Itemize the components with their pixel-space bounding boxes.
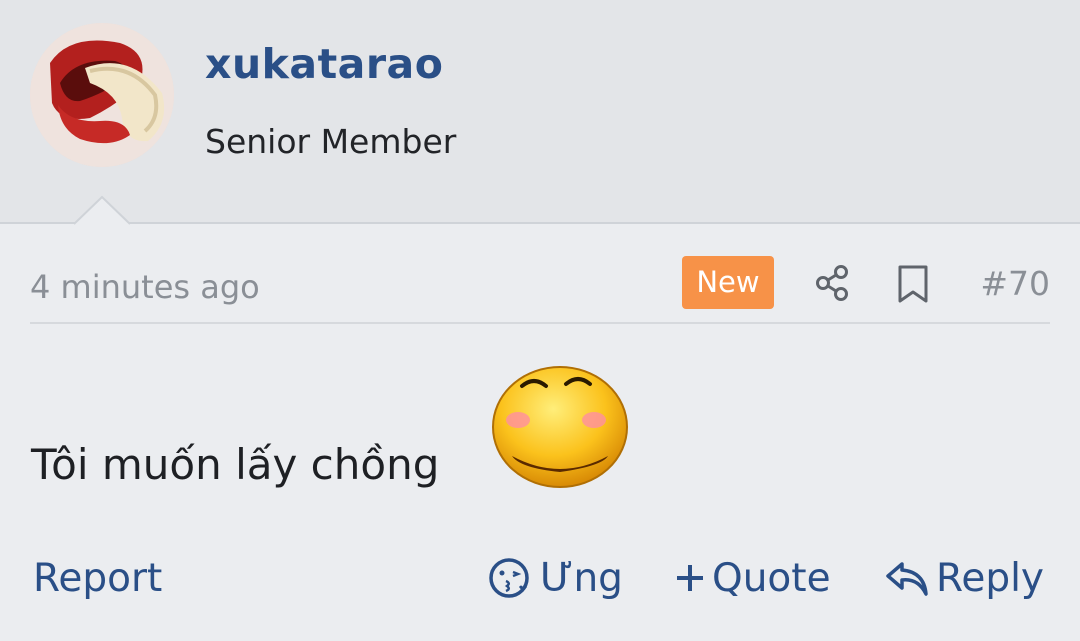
user-title: Senior Member	[205, 122, 457, 161]
bookmark-icon[interactable]	[896, 264, 930, 304]
post-timestamp[interactable]: 4 minutes ago	[30, 268, 260, 306]
avatar[interactable]	[30, 23, 174, 167]
user-header: xukatarao Senior Member	[0, 0, 1080, 224]
report-link[interactable]: Report	[33, 550, 162, 606]
username-link[interactable]: xukatarao	[205, 40, 443, 88]
share-icon[interactable]	[814, 264, 850, 302]
plus-icon	[677, 565, 703, 591]
quote-button[interactable]: Quote	[674, 550, 831, 606]
post-message: Tôi muốn lấy chồng	[31, 440, 440, 489]
report-label: Report	[33, 555, 163, 601]
post-meta-row: 4 minutes ago New #70	[30, 250, 1050, 324]
react-label: Ưng	[540, 555, 623, 601]
reply-label: Reply	[936, 555, 1045, 601]
avatar-image	[30, 23, 174, 167]
blushing-smiley-icon	[492, 366, 628, 488]
reply-arrow-icon	[886, 562, 928, 596]
quote-label: Quote	[712, 555, 831, 601]
kiss-face-icon	[489, 558, 529, 598]
post-number-link[interactable]: #70	[980, 264, 1050, 303]
reply-button[interactable]: Reply	[884, 550, 1044, 606]
new-badge: New	[682, 256, 774, 309]
post-actions: Report Ưng Quote Reply	[0, 550, 1080, 610]
pointer-arrow	[74, 195, 130, 225]
react-button[interactable]: Ưng	[488, 550, 623, 606]
